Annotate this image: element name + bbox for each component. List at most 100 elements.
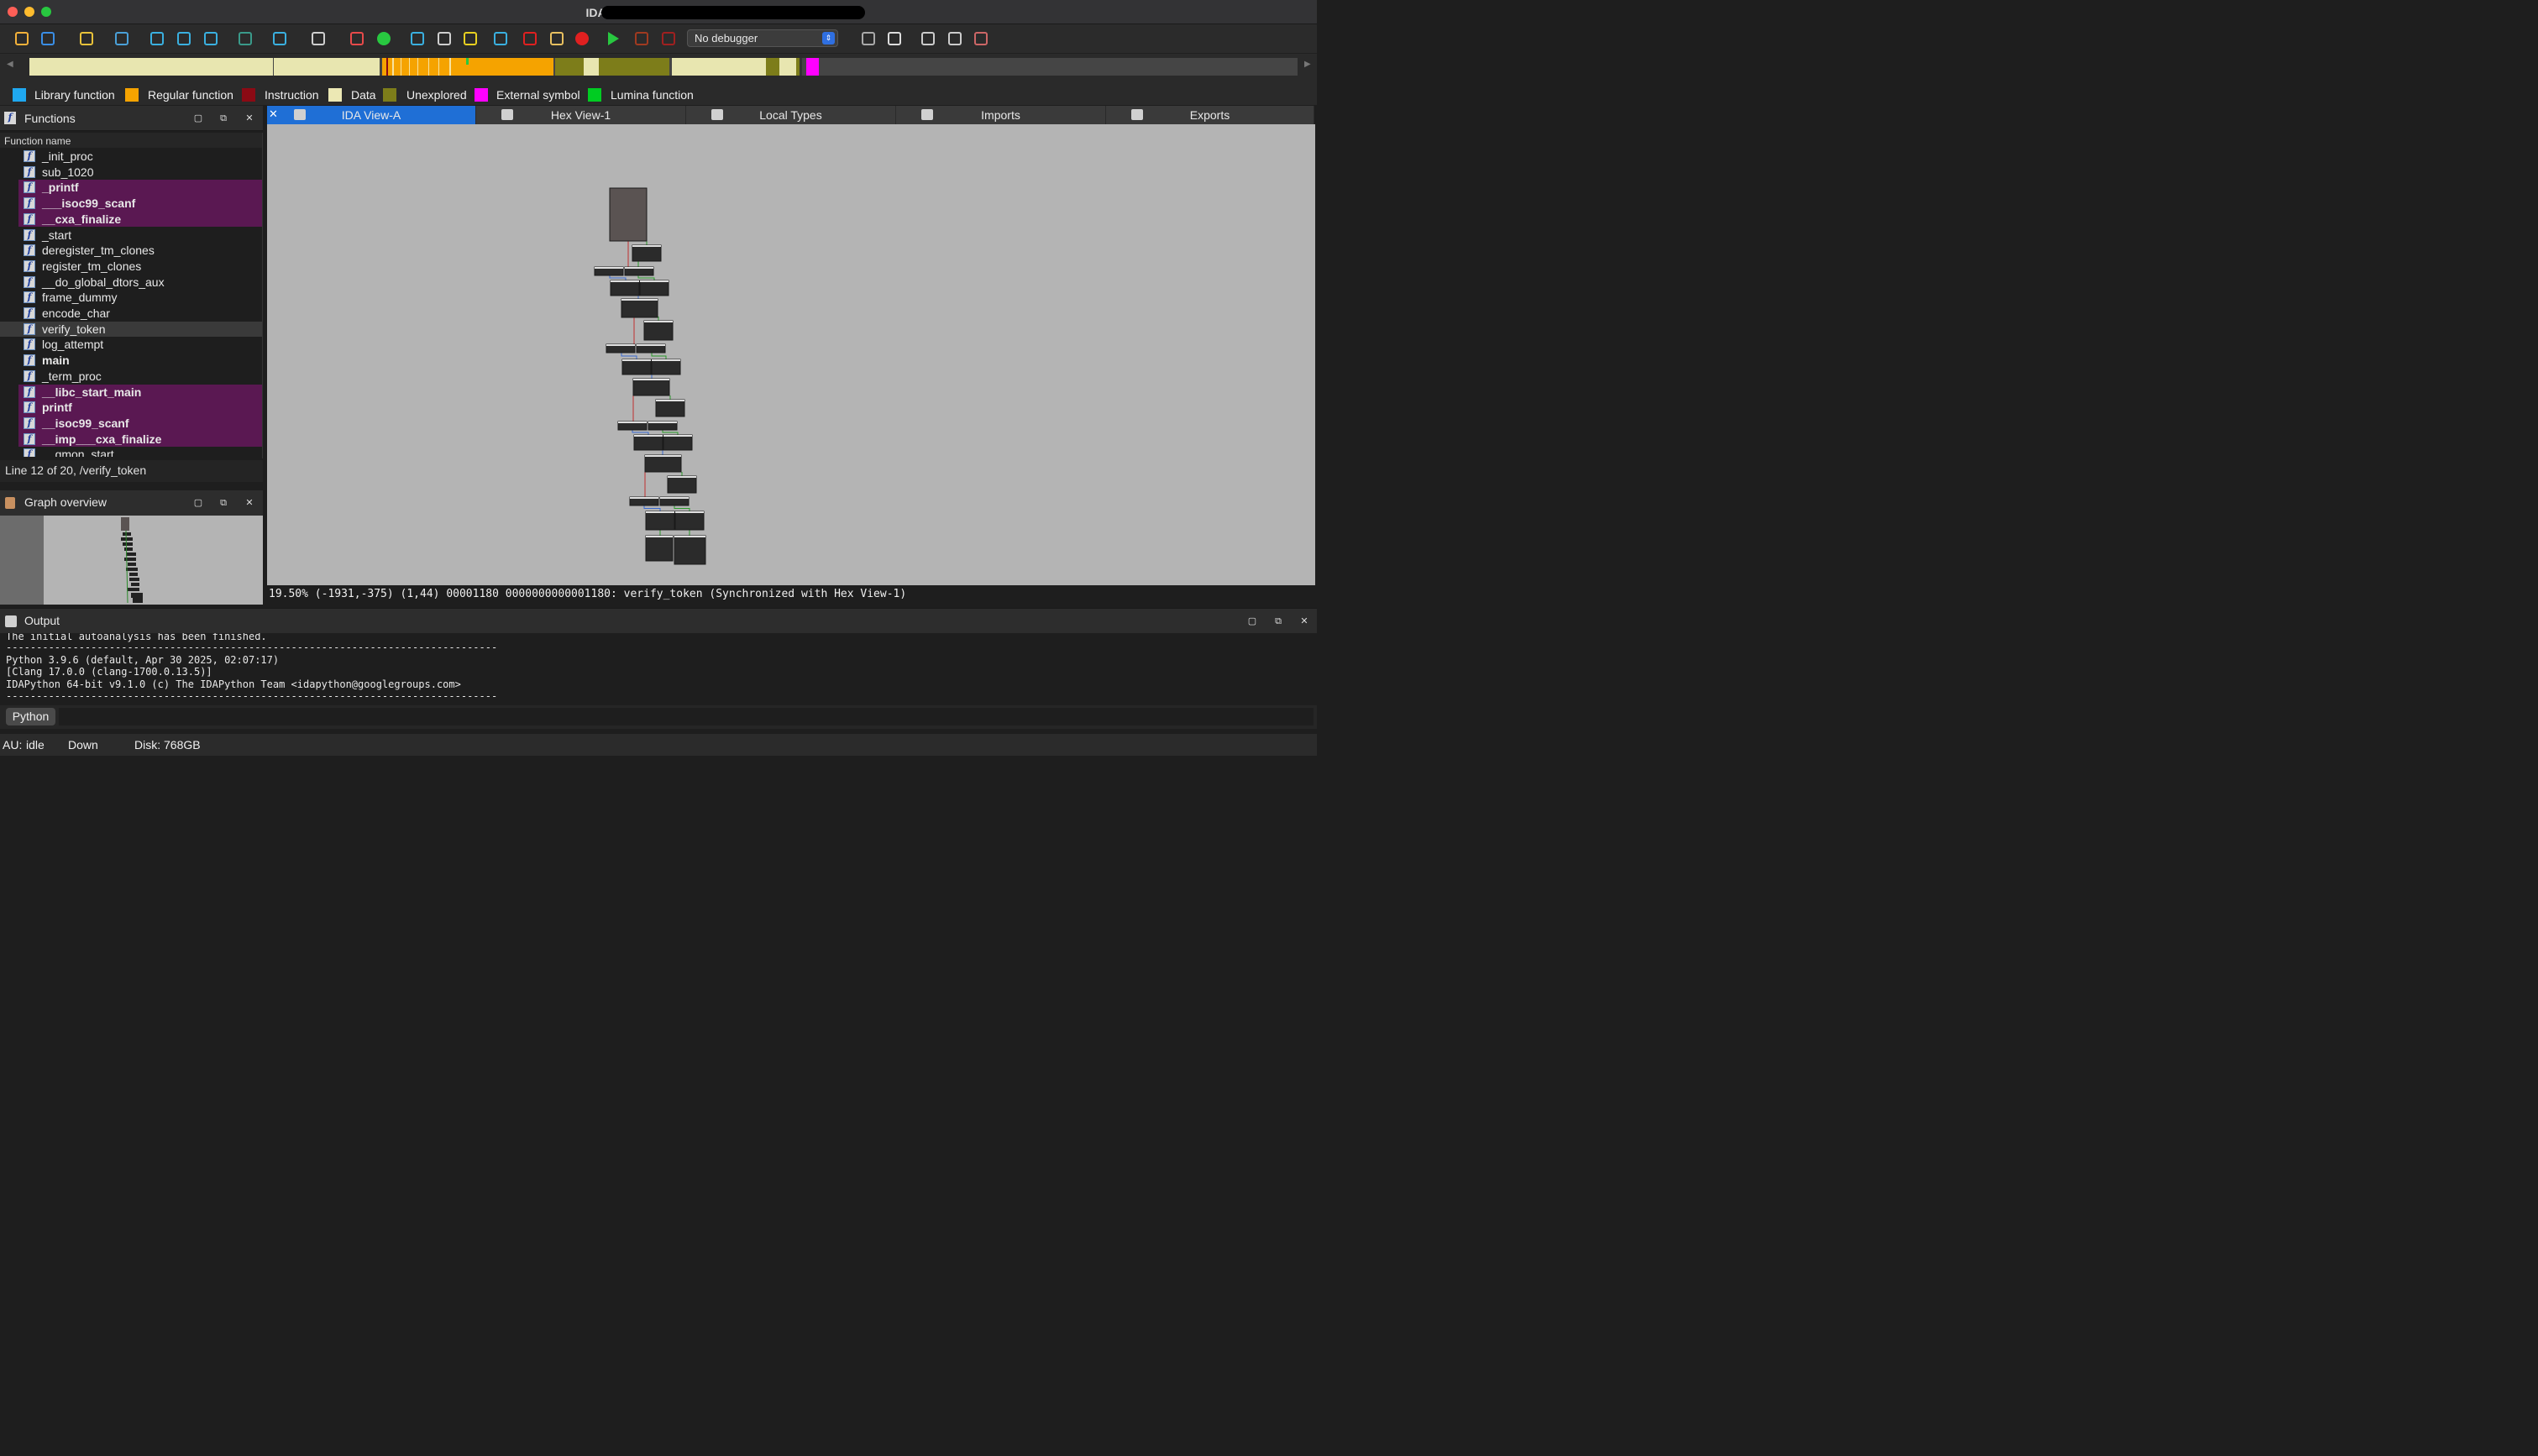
graph-basic-block[interactable]	[610, 280, 640, 296]
jump-back-icon[interactable]	[80, 32, 93, 45]
list-red-icon[interactable]	[948, 32, 962, 45]
graph-basic-block[interactable]	[632, 244, 662, 262]
function-list-item[interactable]: f __libc_start_main	[18, 384, 262, 401]
attach-icon[interactable]	[888, 32, 901, 45]
new-segment-icon[interactable]	[204, 32, 218, 45]
minimize-panel-icon[interactable]: ▢	[193, 498, 203, 508]
pen-icon[interactable]	[550, 32, 564, 45]
new-struct-icon[interactable]	[150, 32, 164, 45]
float-panel-icon[interactable]: ⧉	[1273, 616, 1283, 626]
close-panel-icon[interactable]: ✕	[1299, 616, 1309, 626]
close-panel-icon[interactable]: ✕	[244, 498, 254, 508]
function-icon: f	[24, 416, 35, 429]
ida-graph-view[interactable]	[267, 124, 1315, 585]
graph-basic-block[interactable]	[621, 298, 658, 318]
graph-basic-block[interactable]	[655, 399, 685, 417]
graph-basic-block[interactable]	[667, 475, 697, 494]
undefine-icon[interactable]	[464, 32, 477, 45]
graph-basic-block[interactable]	[609, 187, 648, 242]
graph-basic-block[interactable]	[643, 320, 674, 341]
list-icon[interactable]	[921, 32, 935, 45]
function-list-item[interactable]: f log_attempt	[18, 337, 262, 353]
nav-segment-data	[274, 58, 380, 76]
cli-input[interactable]	[59, 708, 1314, 725]
function-list-item[interactable]: f ___isoc99_scanf	[18, 196, 262, 212]
open-icon[interactable]	[15, 32, 29, 45]
new-enum-icon[interactable]	[177, 32, 191, 45]
breakpoint-icon[interactable]	[523, 32, 537, 45]
functions-list[interactable]: f _init_proc f sub_1020 f _printf f ___isoc99_s…	[0, 149, 263, 457]
graph-basic-block[interactable]	[644, 454, 682, 473]
navigation-strip[interactable]	[29, 58, 1298, 76]
close-tab-icon[interactable]: ✕	[269, 107, 282, 123]
graph-basic-block[interactable]	[645, 535, 674, 562]
graph-block-header	[634, 435, 663, 437]
jump-forward-icon[interactable]	[115, 32, 128, 45]
graph-basic-block[interactable]	[639, 280, 669, 296]
minimize-panel-icon[interactable]: ▢	[1247, 616, 1257, 626]
graph-basic-block[interactable]	[621, 359, 652, 375]
nav-left-arrow-icon[interactable]: ◀	[7, 60, 18, 75]
graph-basic-block[interactable]	[651, 359, 681, 375]
function-list-item[interactable]: f __do_global_dtors_aux	[18, 275, 262, 291]
scrollbar[interactable]	[262, 133, 263, 458]
function-name: _printf	[42, 181, 79, 195]
tab-hex-view-1[interactable]: Hex View-1	[476, 106, 686, 124]
xref-icon[interactable]	[494, 32, 507, 45]
function-list-item[interactable]: f printf	[18, 400, 262, 416]
tab-ida-view-a[interactable]: IDA View-A	[267, 106, 476, 124]
graph-basic-block[interactable]	[674, 535, 706, 565]
close-panel-icon[interactable]: ✕	[244, 113, 254, 123]
code-icon[interactable]	[411, 32, 424, 45]
graph-basic-block[interactable]	[633, 434, 663, 451]
function-list-item[interactable]: f __cxa_finalize	[18, 211, 262, 228]
tab-label: Hex View-1	[550, 108, 611, 122]
function-list-item[interactable]: f _init_proc	[18, 149, 262, 165]
hex-icon[interactable]	[239, 32, 252, 45]
function-list-item[interactable]: f main	[18, 353, 262, 369]
minimize-panel-icon[interactable]: ▢	[193, 113, 203, 123]
debugger-select[interactable]: No debugger ⇕	[687, 29, 838, 47]
stop-icon[interactable]	[662, 32, 675, 45]
jump-icon[interactable]	[273, 32, 286, 45]
text-icon[interactable]	[312, 32, 325, 45]
function-list-item[interactable]: f __gmon_start__	[18, 447, 262, 457]
function-list-item[interactable]: f encode_char	[18, 306, 262, 322]
output-log[interactable]: The initial autoanalysis has been finish…	[0, 633, 1317, 704]
graph-basic-block[interactable]	[674, 511, 705, 531]
function-list-item[interactable]: f __imp___cxa_finalize	[18, 431, 262, 448]
green-circle-icon[interactable]	[377, 32, 391, 45]
function-list-item[interactable]: f deregister_tm_clones	[18, 243, 262, 259]
function-list-item[interactable]: f register_tm_clones	[18, 259, 262, 275]
tab-imports[interactable]: Imports	[896, 106, 1106, 124]
tab-local-types[interactable]: Local Types	[686, 106, 896, 124]
float-panel-icon[interactable]: ⧉	[218, 498, 228, 508]
functions-column-header[interactable]: Function name	[0, 133, 263, 148]
graph-basic-block[interactable]	[645, 511, 675, 531]
function-list-item[interactable]: f sub_1020	[18, 165, 262, 181]
pause-icon[interactable]	[635, 32, 648, 45]
stop-sign-icon[interactable]	[575, 32, 589, 45]
graph-basic-block[interactable]	[632, 378, 670, 396]
function-list-item[interactable]: f __isoc99_scanf	[18, 415, 262, 432]
data-icon[interactable]	[438, 32, 451, 45]
function-list-item[interactable]: f frame_dummy	[18, 290, 262, 306]
nav-segment-unexplored	[555, 58, 584, 76]
cli-language-button[interactable]: Python	[6, 708, 55, 725]
graph-basic-block[interactable]	[663, 434, 693, 451]
list-del-icon[interactable]	[974, 32, 988, 45]
function-list-item[interactable]: f _start	[18, 228, 262, 244]
legend-label: External symbol	[496, 88, 580, 102]
reload-icon[interactable]	[862, 32, 875, 45]
tab-exports[interactable]: Exports	[1106, 106, 1314, 124]
graph-block-header	[640, 280, 669, 282]
chart-icon[interactable]	[350, 32, 364, 45]
function-list-item[interactable]: f _printf	[18, 180, 262, 196]
function-icon: f	[24, 275, 35, 288]
play-icon[interactable]	[608, 32, 619, 45]
save-icon[interactable]	[41, 32, 55, 45]
nav-right-arrow-icon[interactable]: ▶	[1304, 60, 1316, 75]
function-list-item[interactable]: f _term_proc	[18, 369, 262, 385]
function-list-item[interactable]: f verify_token	[0, 321, 262, 338]
float-panel-icon[interactable]: ⧉	[218, 113, 228, 123]
